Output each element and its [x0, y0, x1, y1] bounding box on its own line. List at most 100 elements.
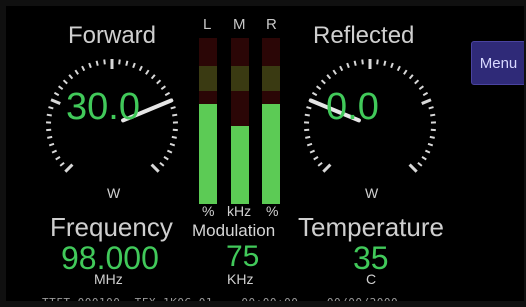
- forward-gauge-tick: [62, 79, 68, 85]
- reflected-gauge-tick: [309, 149, 316, 154]
- forward-gauge-tick: [55, 156, 61, 161]
- reflected-value: 0.0: [326, 86, 379, 128]
- reflected-gauge-tick: [346, 62, 350, 69]
- reflected-gauge-tick: [383, 60, 387, 66]
- forward-gauge-tick: [169, 142, 176, 147]
- meter-m-warning-zone: [231, 66, 249, 91]
- reflected-unit: W: [365, 185, 379, 201]
- forward-gauge-tick: [59, 161, 65, 167]
- meter-l-level: [199, 104, 217, 204]
- forward-gauge-tick: [160, 85, 166, 90]
- reflected-gauge-tick: [311, 91, 318, 97]
- forward-gauge-tick: [47, 135, 53, 139]
- reflected-title: Reflected: [313, 22, 415, 49]
- reflected-gauge-tick: [424, 149, 431, 154]
- reflected-gauge-tick: [427, 142, 434, 147]
- reflected-gauge-tick: [326, 74, 332, 80]
- reflected-gauge-tick: [417, 161, 423, 167]
- meter-m-level: [231, 125, 249, 204]
- forward-gauge-tick: [159, 161, 165, 167]
- reflected-gauge-tick: [422, 91, 429, 97]
- reflected-gauge-tick: [316, 85, 322, 90]
- meter-letter-r: R: [266, 16, 277, 33]
- forward-gauge-tick: [150, 163, 160, 173]
- reflected-gauge-tick: [353, 60, 357, 66]
- status-line: TTFT-000100 TFX-1K0G-01 00:00:00 00/00/2…: [42, 296, 399, 307]
- forward-gauge-tick: [132, 62, 136, 69]
- forward-gauge-tick: [166, 149, 173, 154]
- forward-gauge-tick: [95, 60, 99, 66]
- forward-gauge-tick: [48, 142, 55, 147]
- frequency-unit: MHz: [94, 271, 123, 287]
- forward-gauge-tick: [81, 65, 86, 72]
- reflected-gauge-tick: [306, 106, 312, 110]
- forward-gauge-tick: [50, 98, 61, 105]
- forward-gauge-tick: [156, 79, 162, 85]
- menu-button[interactable]: Menu: [471, 41, 524, 85]
- meter-letter-m: M: [233, 16, 246, 33]
- forward-gauge-tick: [46, 113, 52, 117]
- meter-r-unit: %: [266, 203, 279, 219]
- meter-letter-l: L: [203, 16, 212, 33]
- forward-gauge-tick: [163, 156, 169, 161]
- reflected-gauge-tick: [376, 59, 379, 65]
- reflected-gauge-tick: [332, 69, 337, 75]
- reflected-gauge-tick: [317, 161, 323, 167]
- reflected-gauge-tick: [396, 65, 401, 72]
- reflected-gauge-tick: [339, 65, 344, 72]
- forward-gauge-tick: [64, 163, 74, 173]
- forward-gauge-tick: [48, 106, 54, 110]
- reflected-gauge-tick: [429, 135, 435, 139]
- reflected-gauge-tick: [408, 74, 414, 80]
- reflected-gauge-tick: [322, 163, 332, 173]
- meter-l-warning-zone: [199, 66, 217, 91]
- forward-gauge-tick: [170, 106, 176, 110]
- reflected-gauge-tick: [306, 142, 313, 147]
- forward-gauge-tick: [172, 113, 178, 117]
- forward-gauge-tick: [164, 91, 171, 97]
- forward-title: Forward: [68, 22, 157, 49]
- meter-r-track: [262, 38, 280, 204]
- forward-gauge-tick: [125, 60, 129, 66]
- reflected-gauge-tick: [428, 106, 434, 110]
- modulation-label: Modulation: [192, 221, 276, 240]
- forward-gauge-tick: [51, 149, 58, 154]
- forward-gauge-tick: [145, 69, 150, 75]
- reflected-gauge-tick: [430, 113, 436, 117]
- forward-gauge-tick: [53, 91, 60, 97]
- forward-gauge-tick: [58, 85, 64, 90]
- reflected-gauge-tick: [313, 156, 319, 161]
- meter-r-level: [262, 104, 280, 204]
- forward-value: 30.0: [66, 86, 140, 128]
- forward-gauge-tick: [74, 69, 79, 75]
- reflected-gauge-tick: [403, 69, 408, 75]
- reflected-gauge-tick: [361, 59, 364, 65]
- reflected-gauge-tick: [421, 156, 427, 161]
- display-screen: Forward 30.0 W Reflected 0.0 W L M R % k…: [6, 6, 524, 307]
- forward-gauge-tick: [171, 135, 177, 139]
- reflected-gauge-tick: [414, 79, 420, 85]
- device-frame: Forward 30.0 W Reflected 0.0 W L M R % k…: [0, 0, 526, 307]
- reflected-gauge-tick: [304, 113, 310, 117]
- forward-gauge-tick: [118, 59, 121, 65]
- reflected-gauge-tick: [305, 135, 311, 139]
- temperature-unit: C: [366, 271, 377, 287]
- forward-gauge-tick: [88, 62, 92, 69]
- meter-m-unit: kHz: [227, 203, 252, 219]
- reflected-gauge-tick: [390, 62, 394, 69]
- modulation-value: 75: [226, 240, 260, 273]
- meter-l-unit: %: [202, 203, 215, 219]
- forward-gauge-tick: [138, 65, 143, 72]
- frequency-label: Frequency: [50, 212, 173, 242]
- meter-l-track: [199, 38, 217, 204]
- reflected-gauge-tick: [418, 85, 424, 90]
- modulation-unit: KHz: [227, 271, 254, 287]
- reflected-gauge-tick: [320, 79, 326, 85]
- temperature-label: Temperature: [298, 212, 444, 242]
- forward-unit: W: [107, 185, 121, 201]
- forward-gauge-tick: [103, 59, 106, 65]
- forward-gauge-tick: [68, 74, 74, 80]
- reflected-gauge-tick: [421, 98, 432, 105]
- meter-r-warning-zone: [262, 66, 280, 91]
- meter-m-track: [231, 38, 249, 204]
